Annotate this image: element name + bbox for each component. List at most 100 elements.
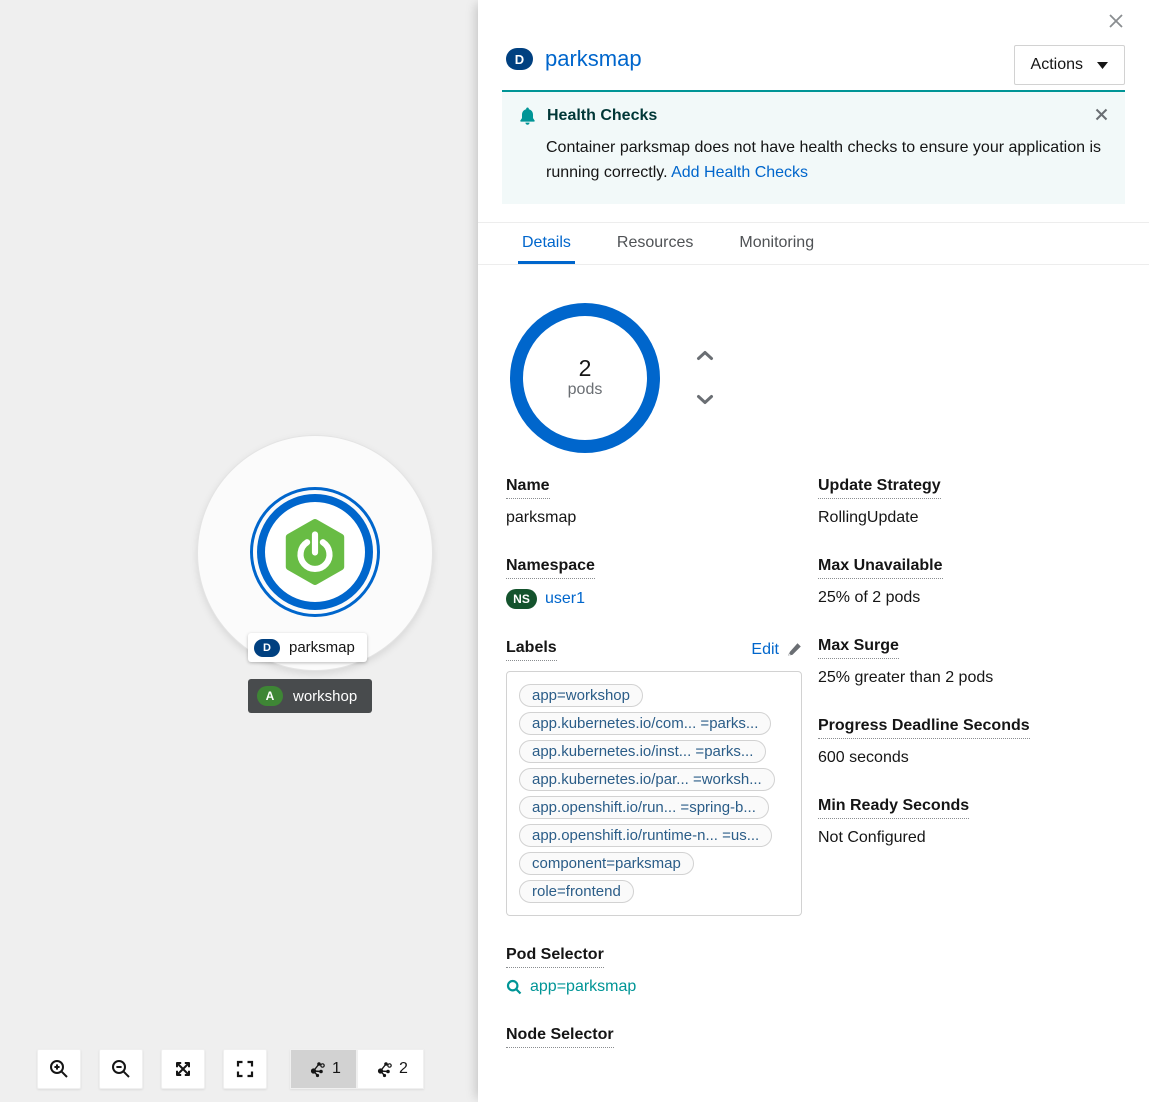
field-max-unavailable: Max Unavailable 25% of 2 pods [818,557,1125,607]
label-chip[interactable]: app.kubernetes.io/com... =parks... [519,712,771,735]
field-label-min-ready: Min Ready Seconds [818,797,969,819]
pod-count-donut: 2 pods [510,303,660,453]
panel-close-button[interactable] [1105,10,1127,32]
details-tab-content: 2 pods Name [478,265,1149,1075]
caret-down-icon [1097,62,1108,69]
label-chip[interactable]: role=frontend [519,880,634,903]
alert-header: Health Checks [518,106,1109,126]
edit-labels-text: Edit [751,641,779,659]
field-labels: Labels Edit app=workshop app.kubernetes.… [506,639,802,916]
pod-count-unit: pods [568,381,603,399]
field-node-selector: Node Selector [506,1026,802,1048]
details-side-panel: D parksmap Actions Health Checks [478,0,1149,1102]
label-chip[interactable]: app=workshop [519,684,643,707]
field-value-progress-deadline: 600 seconds [818,749,1125,767]
field-max-surge: Max Surge 25% greater than 2 pods [818,637,1125,687]
namespace-badge: NS [506,589,537,609]
layout-2-button[interactable]: 2 [357,1049,424,1089]
alert-description: Container parksmap does not have health … [546,136,1105,186]
topology-controls: 1 2 [37,1049,424,1089]
alert-description-text: Container parksmap does not have health … [546,139,1101,181]
field-label-node-selector: Node Selector [506,1026,614,1048]
field-value-max-surge: 25% greater than 2 pods [818,669,1125,687]
deployment-badge: D [506,48,533,70]
pod-selector-text: app=parksmap [530,978,636,996]
field-label-progress-deadline: Progress Deadline Seconds [818,717,1030,739]
tab-resources[interactable]: Resources [613,223,697,264]
field-value-min-ready: Not Configured [818,829,1125,847]
field-label-namespace: Namespace [506,557,595,579]
deployment-badge: D [254,639,280,657]
pod-count: 2 [579,356,592,381]
add-health-checks-link[interactable]: Add Health Checks [671,164,808,181]
actions-dropdown[interactable]: Actions [1014,45,1125,85]
label-chip[interactable]: component=parksmap [519,852,694,875]
panel-tabs: Details Resources Monitoring [478,222,1149,265]
field-label-name: Name [506,477,550,499]
fit-to-screen-icon [172,1058,194,1080]
details-grid: Name parksmap Namespace NS user1 Labels … [506,477,1125,1075]
label-chip[interactable]: app.kubernetes.io/par... =worksh... [519,768,775,791]
zoom-in-button[interactable] [37,1049,81,1089]
label-chip[interactable]: app.openshift.io/runtime-n... =us... [519,824,772,847]
scale-up-button[interactable] [692,346,718,366]
field-value-max-unavailable: 25% of 2 pods [818,589,1125,607]
panel-header: D parksmap Actions [478,0,1149,90]
field-label-max-unavailable: Max Unavailable [818,557,943,579]
node-label-parksmap[interactable]: D parksmap [248,633,367,662]
label-chip[interactable]: app.openshift.io/run... =spring-b... [519,796,769,819]
health-checks-alert: Health Checks Container parksmap does no… [502,90,1125,204]
node-label-text: parksmap [289,639,355,656]
chevron-up-icon [696,350,714,361]
namespace-link[interactable]: user1 [545,590,585,608]
pencil-icon [787,642,802,657]
pod-selector-link[interactable]: app=parksmap [506,978,802,996]
close-icon [1095,108,1108,121]
label-chip[interactable]: app.kubernetes.io/inst... =parks... [519,740,766,763]
field-label-pod-selector: Pod Selector [506,946,604,968]
resource-title-link[interactable]: parksmap [545,46,642,72]
field-pod-selector: Pod Selector app=parksmap [506,946,802,996]
scale-down-button[interactable] [692,390,718,410]
field-namespace: Namespace NS user1 [506,557,802,609]
layout-1-count: 1 [332,1060,341,1078]
field-label-max-surge: Max Surge [818,637,899,659]
zoom-out-button[interactable] [99,1049,143,1089]
alert-title: Health Checks [547,107,657,125]
edit-labels-button[interactable]: Edit [751,641,802,659]
pod-scale-controls [692,346,718,410]
layout-1-button[interactable]: 1 [290,1049,357,1089]
bell-icon [518,106,537,126]
tab-details[interactable]: Details [518,223,575,264]
field-min-ready: Min Ready Seconds Not Configured [818,797,1125,847]
labels-list: app=workshop app.kubernetes.io/com... =p… [506,671,802,916]
deployment-node-parksmap[interactable] [250,487,380,617]
layout-graph-icon [373,1059,393,1079]
details-left-column: Name parksmap Namespace NS user1 Labels … [506,477,802,1075]
field-update-strategy: Update Strategy RollingUpdate [818,477,1125,527]
layout-2-count: 2 [399,1060,408,1078]
pod-donut-section: 2 pods [510,303,1125,453]
field-label-labels: Labels [506,639,557,661]
spring-boot-icon [277,514,353,590]
expand-icon [234,1058,256,1080]
chevron-down-icon [696,394,714,405]
layout-graph-icon [306,1059,326,1079]
tab-monitoring[interactable]: Monitoring [735,223,818,264]
search-icon [506,979,522,995]
field-value-name: parksmap [506,509,802,527]
zoom-out-icon [110,1058,132,1080]
field-value-update-strategy: RollingUpdate [818,509,1125,527]
alert-close-button[interactable] [1091,104,1111,124]
layout-switcher: 1 2 [290,1049,424,1089]
close-icon [1107,12,1125,30]
field-name: Name parksmap [506,477,802,527]
zoom-in-icon [48,1058,70,1080]
details-right-column: Update Strategy RollingUpdate Max Unavai… [818,477,1125,1075]
application-label-workshop[interactable]: A workshop [248,679,372,713]
application-label-text: workshop [293,688,357,705]
field-progress-deadline: Progress Deadline Seconds 600 seconds [818,717,1125,767]
reset-view-button[interactable] [223,1049,267,1089]
field-label-update-strategy: Update Strategy [818,477,941,499]
fit-to-screen-button[interactable] [161,1049,205,1089]
